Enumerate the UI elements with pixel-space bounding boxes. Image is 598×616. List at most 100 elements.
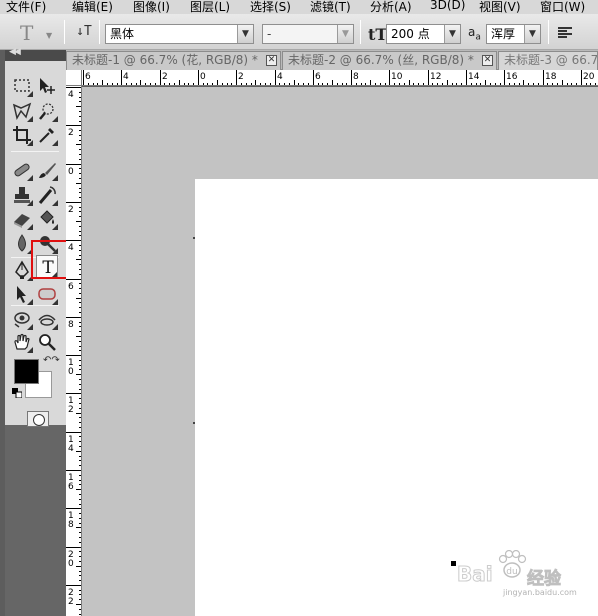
ruler-label: 4 xyxy=(68,444,74,454)
default-colors-icon[interactable] xyxy=(12,387,23,399)
ruler-label: 4 xyxy=(277,72,283,82)
menu-file[interactable]: 文件(F) xyxy=(6,0,46,15)
font-size-select[interactable]: 200 点 ▼ xyxy=(386,24,461,44)
paw-logo-icon: du xyxy=(498,550,527,578)
close-icon[interactable]: ✕ xyxy=(266,55,277,66)
ruler-label: 8 xyxy=(68,320,74,330)
chevron-down-icon: ▼ xyxy=(524,25,540,43)
clone-stamp-tool-icon[interactable] xyxy=(11,184,33,206)
ruler-label: 2 xyxy=(68,205,74,215)
swap-colors-icon[interactable]: ↶↷ xyxy=(43,355,60,366)
ruler-label: 8 xyxy=(353,72,359,82)
menu-analysis[interactable]: 分析(A) xyxy=(370,0,412,15)
ruler-label: 8 xyxy=(68,520,74,530)
svg-text:du: du xyxy=(506,567,517,577)
rectangular-marquee-tool-icon[interactable] xyxy=(11,75,33,97)
3d-rotate-tool-icon[interactable] xyxy=(11,308,33,330)
ruler-origin[interactable] xyxy=(66,70,82,86)
menu-view[interactable]: 视图(V) xyxy=(479,0,521,15)
watermark-url: jingyan.baidu.com xyxy=(503,588,577,597)
canvas-workspace[interactable] xyxy=(82,87,598,616)
ruler-ticks: 420246810121416182022 xyxy=(66,87,81,615)
menu-3d[interactable]: 3D(D) xyxy=(430,0,465,12)
hand-tool-icon[interactable] xyxy=(11,331,33,353)
menu-select[interactable]: 选择(S) xyxy=(250,0,291,15)
history-brush-tool-icon[interactable] xyxy=(36,184,58,206)
antialias-icon: aa xyxy=(468,25,481,43)
ruler-label: 2 xyxy=(68,405,74,415)
ruler-label: 4 xyxy=(123,72,129,82)
chevron-down-icon: ▼ xyxy=(337,25,353,43)
pen-tool-icon[interactable] xyxy=(11,259,33,281)
menu-filter[interactable]: 滤镜(T) xyxy=(310,0,351,15)
ruler-label: 16 xyxy=(506,72,518,82)
document-tabs: 未标题-1 @ 66.7% (花, RGB/8) * ✕ 未标题-2 @ 66.… xyxy=(66,50,598,70)
eyedropper-tool-icon[interactable] xyxy=(36,124,58,146)
ruler-label: 4 xyxy=(68,90,74,100)
move-tool-icon[interactable] xyxy=(36,75,58,97)
blur-tool-icon[interactable] xyxy=(11,232,33,254)
tool-preset-picker[interactable]: T ▼ xyxy=(16,21,58,45)
tab-document-2[interactable]: 未标题-2 @ 66.7% (丝, RGB/8) * ✕ xyxy=(282,51,497,70)
crop-tool-icon[interactable] xyxy=(11,124,33,146)
font-style-value: - xyxy=(267,27,272,41)
close-icon[interactable]: ✕ xyxy=(482,55,493,66)
vertical-ruler[interactable]: 420246810121416182022 xyxy=(66,86,82,616)
font-family-value: 黑体 xyxy=(110,27,135,41)
antialias-select[interactable]: 浑厚 ▼ xyxy=(486,24,541,44)
watermark-brand-suffix: 经验 xyxy=(527,569,562,590)
brush-tool-icon[interactable] xyxy=(36,159,58,181)
divider xyxy=(11,151,59,152)
paint-bucket-tool-icon[interactable] xyxy=(36,208,58,230)
rectangle-shape-tool-icon[interactable] xyxy=(36,283,58,305)
lasso-tool-icon[interactable] xyxy=(11,100,33,122)
foreground-color-swatch[interactable] xyxy=(14,359,39,384)
ruler-label: 2 xyxy=(162,72,168,82)
font-family-select[interactable]: 黑体 ▼ xyxy=(105,24,254,44)
ruler-label: 14 xyxy=(468,72,480,82)
ruler-label: 0 xyxy=(68,367,74,377)
ruler-ticks: 6 4 2 0 2 4 6 8 10 12 14 16 18 20 xyxy=(83,70,596,85)
tab-document-1[interactable]: 未标题-1 @ 66.7% (花, RGB/8) * ✕ xyxy=(66,51,281,70)
align-left-icon[interactable] xyxy=(558,27,572,39)
tab-document-3[interactable]: 未标题-3 @ 66.7% xyxy=(498,51,598,70)
tab-title: 未标题-1 @ 66.7% (花, RGB/8) * xyxy=(72,53,258,67)
ruler-label: 0 xyxy=(68,167,74,177)
menu-image[interactable]: 图像(I) xyxy=(133,0,170,15)
font-size-value: 200 点 xyxy=(391,27,430,41)
ruler-label: 6 xyxy=(85,72,91,82)
ruler-label: 0 xyxy=(68,559,74,569)
menu-edit[interactable]: 编辑(E) xyxy=(72,0,113,15)
path-selection-tool-icon[interactable] xyxy=(11,283,33,305)
ruler-label: 2 xyxy=(238,72,244,82)
horizontal-type-tool-icon: T xyxy=(20,21,34,45)
quick-mask-button[interactable] xyxy=(27,411,49,427)
ruler-label: 10 xyxy=(391,72,403,82)
menu-layer[interactable]: 图层(L) xyxy=(190,0,230,15)
antialias-value: 浑厚 xyxy=(491,27,516,41)
toggle-text-orientation-icon[interactable]: ↓T xyxy=(73,21,95,43)
spot-healing-brush-tool-icon[interactable] xyxy=(11,159,33,181)
zoom-tool-icon[interactable] xyxy=(36,331,58,353)
photoshop-window: 文件(F) 编辑(E) 图像(I) 图层(L) 选择(S) 滤镜(T) 分析(A… xyxy=(0,0,598,616)
ruler-label: 6 xyxy=(315,72,321,82)
menu-window[interactable]: 窗口(W) xyxy=(540,0,585,15)
3d-camera-tool-icon[interactable] xyxy=(36,308,58,330)
watermark-brand: Bai xyxy=(457,562,494,587)
ruler-label: 20 xyxy=(583,72,595,82)
quick-selection-tool-icon[interactable] xyxy=(36,100,58,122)
menu-bar: 文件(F) 编辑(E) 图像(I) 图层(L) 选择(S) 滤镜(T) 分析(A… xyxy=(0,0,598,14)
ruler-label: 18 xyxy=(545,72,557,82)
eraser-tool-icon[interactable] xyxy=(11,208,33,230)
divider xyxy=(360,20,361,44)
horizontal-ruler[interactable]: 6 4 2 0 2 4 6 8 10 12 14 16 18 20 xyxy=(82,70,598,86)
divider xyxy=(64,20,65,44)
chevron-down-icon: ▼ xyxy=(237,25,253,43)
toolbox-header: ◀◀ xyxy=(5,47,66,61)
divider xyxy=(11,305,59,306)
collapse-panel-icon[interactable]: ◀◀ xyxy=(9,47,21,57)
font-style-select[interactable]: - ▼ xyxy=(262,24,354,44)
divider xyxy=(548,20,549,44)
chevron-down-icon: ▼ xyxy=(444,25,460,43)
baidu-jingyan-watermark: du Bai 经验 jingyan.baidu.com xyxy=(455,548,595,598)
